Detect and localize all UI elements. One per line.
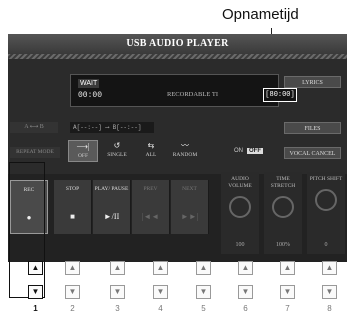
button-number-3: 3 (115, 304, 120, 313)
button-number-4: 4 (158, 304, 163, 313)
pitch-knob-icon (315, 189, 337, 211)
hw-up-button-3[interactable]: ▲ (110, 261, 125, 275)
hw-up-button-8[interactable]: ▲ (322, 261, 337, 275)
repeat-off-icon: ⟶| (76, 142, 90, 151)
lyrics-button[interactable]: LYRICS (284, 76, 341, 88)
title-ribbon (8, 54, 347, 59)
recordable-time-label: RECORDABLE TI (167, 91, 218, 98)
recordable-time-value: [80:00] (263, 88, 297, 102)
hw-down-button-4[interactable]: ▼ (153, 285, 168, 299)
status-badge: WAIT (78, 79, 100, 88)
rec-column-highlight (9, 162, 45, 298)
hw-down-button-3[interactable]: ▼ (110, 285, 125, 299)
button-number-5: 5 (201, 304, 206, 313)
elapsed-time: 00:00 (78, 91, 103, 100)
button-number-8: 8 (327, 304, 332, 313)
repeat-off-option[interactable]: ⟶| OFF (68, 140, 98, 162)
hw-up-button-4[interactable]: ▲ (153, 261, 168, 275)
hw-down-button-6[interactable]: ▼ (238, 285, 253, 299)
button-number-2: 2 (70, 304, 75, 313)
repeat-random-icon: 〰 (181, 141, 189, 150)
repeat-random-option[interactable]: 〰 RANDOM (170, 140, 200, 162)
hw-down-button-7[interactable]: ▼ (280, 285, 295, 299)
stop-icon: ■ (70, 212, 75, 221)
hw-down-button-1[interactable]: ▼ (28, 285, 43, 299)
ab-repeat-button[interactable]: A ⟷ B (10, 122, 58, 133)
play-pause-icon: ►/II (103, 212, 120, 221)
prev-button[interactable]: PREV |◄◄ (132, 180, 170, 234)
previous-icon: |◄◄ (141, 212, 160, 221)
vocal-cancel-button[interactable]: VOCAL CANCEL (284, 147, 341, 159)
play-pause-button[interactable]: PLAY/ PAUSE ►/II (93, 180, 131, 234)
repeat-mode-label: REPEAT MODE (10, 147, 60, 158)
stretch-knob-icon (272, 196, 294, 218)
hw-up-button-6[interactable]: ▲ (238, 261, 253, 275)
hw-up-button-7[interactable]: ▲ (280, 261, 295, 275)
next-button[interactable]: NEXT ►►| (171, 180, 209, 234)
player-display: WAIT 00:00 RECORDABLE TI [80:00] (70, 74, 297, 107)
time-stretch-dial[interactable]: TIME STRETCH 100% (264, 172, 302, 254)
button-number-7: 7 (285, 304, 290, 313)
audio-volume-dial[interactable]: AUDIO VOLUME 100 (221, 172, 259, 254)
repeat-all-icon: ⇆ (147, 141, 155, 150)
control-panel: REC ● STOP ■ PLAY/ PAUSE ►/II PREV |◄◄ N… (8, 172, 347, 262)
hw-up-button-1[interactable]: ▲ (28, 261, 43, 275)
vocal-cancel-toggle[interactable]: ON OFF (234, 148, 263, 154)
usb-audio-player-screen: USB AUDIO PLAYER WAIT 00:00 RECORDABLE T… (8, 34, 347, 262)
hw-down-button-8[interactable]: ▼ (322, 285, 337, 299)
screen-title: USB AUDIO PLAYER (8, 34, 347, 54)
hw-down-button-5[interactable]: ▼ (196, 285, 211, 299)
callout-label: Opnametijd (222, 6, 299, 23)
hw-up-button-2[interactable]: ▲ (65, 261, 80, 275)
pitch-shift-dial[interactable]: PITCH SHIFT 0 (307, 172, 345, 254)
repeat-all-option[interactable]: ⇆ ALL (136, 140, 166, 162)
stop-button[interactable]: STOP ■ (54, 180, 92, 234)
next-icon: ►►| (180, 212, 199, 221)
repeat-single-icon: ↺ (113, 141, 121, 150)
repeat-single-option[interactable]: ↺ SINGLE (102, 140, 132, 162)
hw-up-button-5[interactable]: ▲ (196, 261, 211, 275)
button-number-1: 1 (33, 304, 38, 313)
files-button[interactable]: FILES (284, 122, 341, 134)
hw-down-button-2[interactable]: ▼ (65, 285, 80, 299)
volume-knob-icon (229, 196, 251, 218)
ab-repeat-range: A[--:--] ⟶ B[--:--] (70, 122, 154, 133)
button-number-6: 6 (243, 304, 248, 313)
